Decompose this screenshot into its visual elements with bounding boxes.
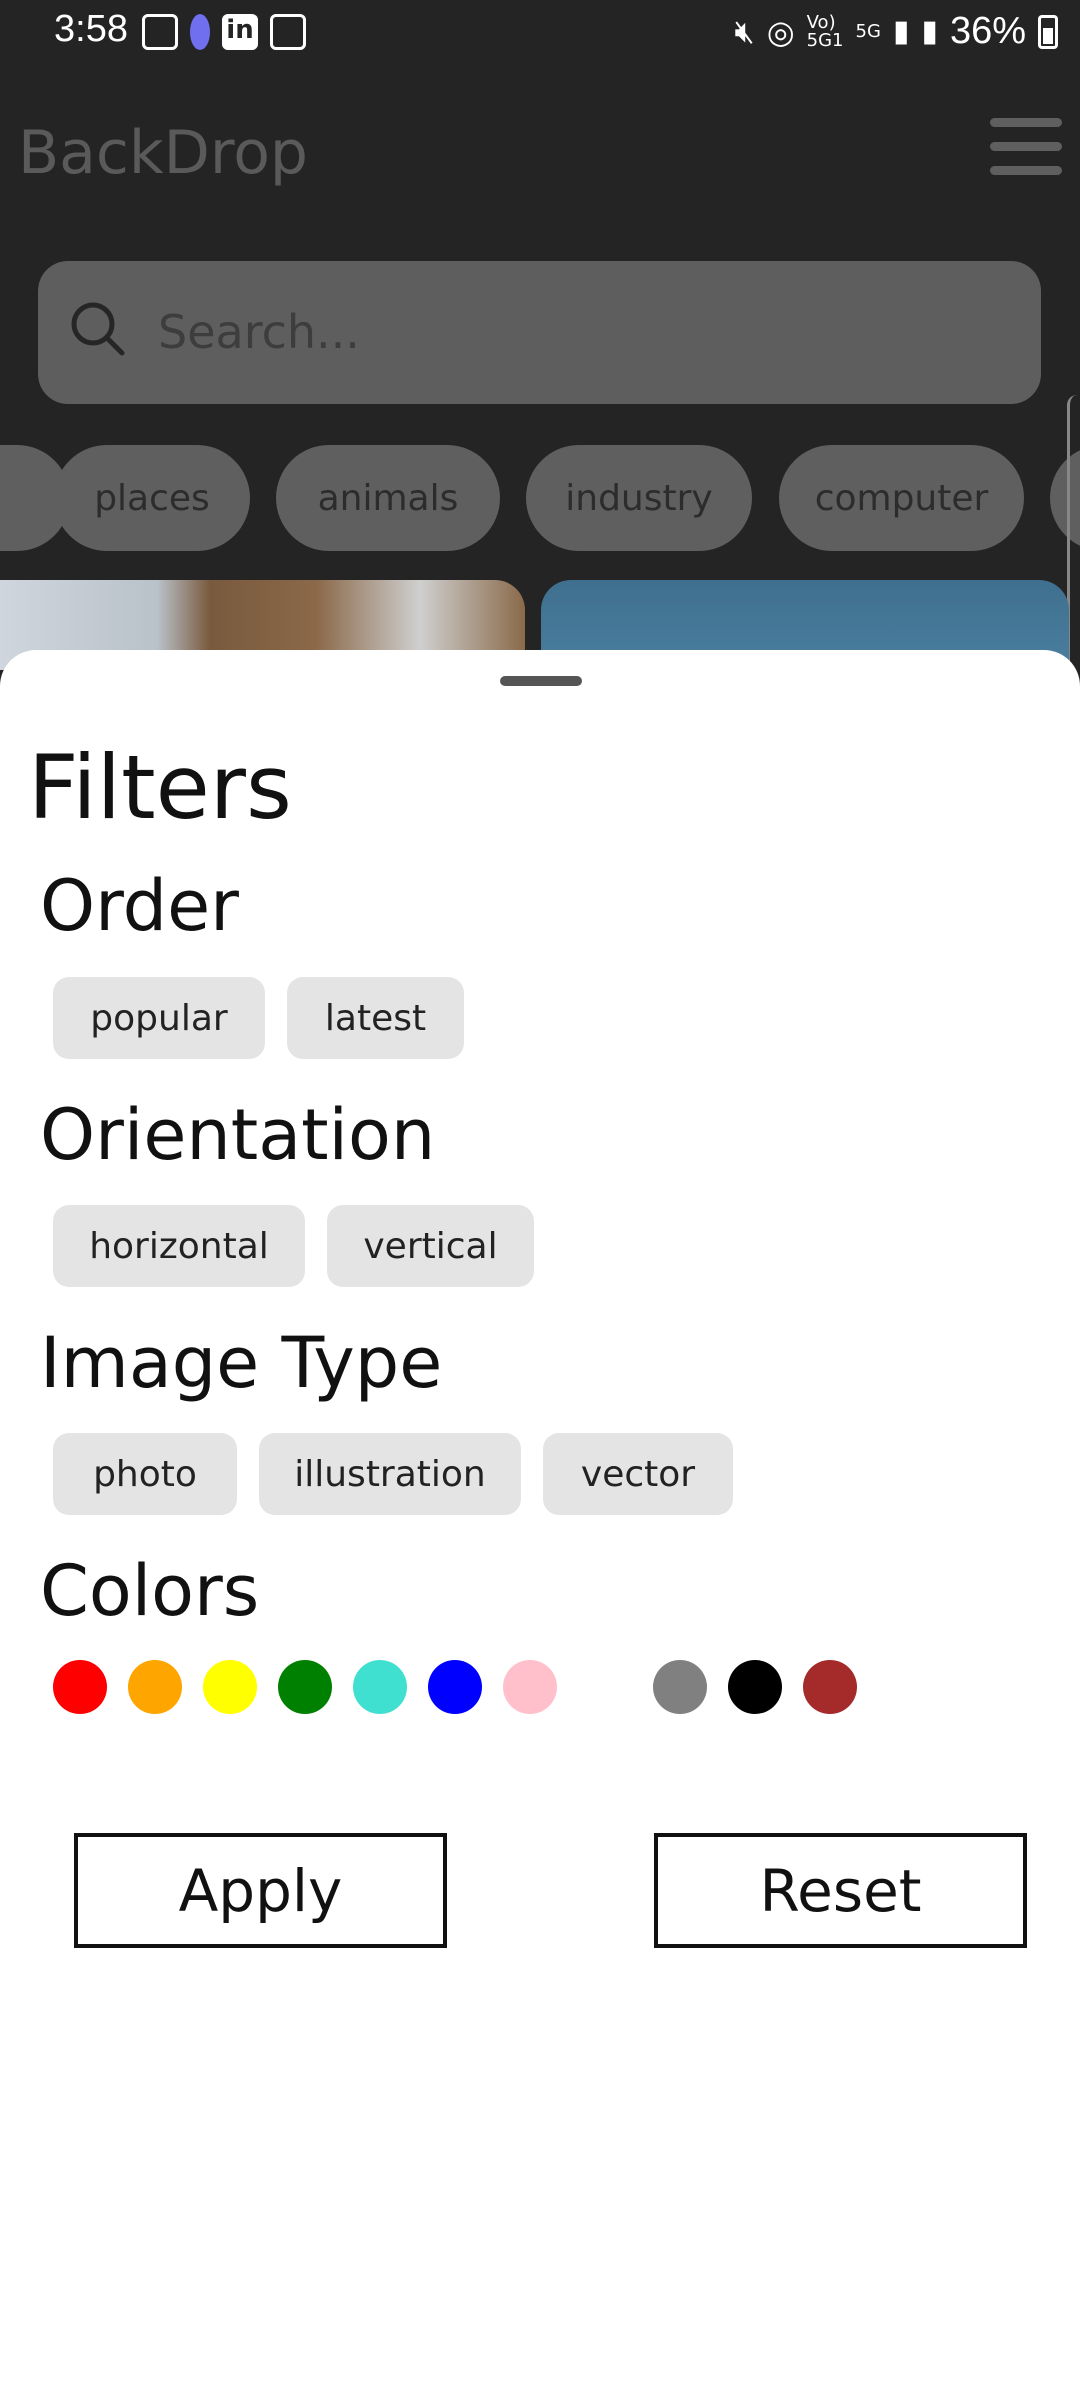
status-bar: 3:58 in 🔇︎ ◎ Vo) 5G1 5G ▮ ▮ 36% (0, 0, 1080, 66)
filters-title: Filters (28, 736, 292, 839)
order-heading: Order (40, 865, 239, 947)
app-dot-icon (190, 14, 210, 50)
mute-icon: 🔇︎ (734, 12, 755, 50)
signal-icon-2: ▮ (921, 14, 938, 49)
5g-icon: 5G (855, 21, 881, 42)
category-chip[interactable]: places (54, 445, 250, 551)
search-bar[interactable] (38, 261, 1041, 404)
signal-icon: ▮ (892, 14, 910, 49)
order-option-popular[interactable]: popular (53, 977, 265, 1059)
filters-bottom-sheet: Filters Order popular latest Orientation… (0, 650, 1080, 2408)
system-icons: 🔇︎ ◎ Vo) 5G1 5G ▮ ▮ 36% (735, 10, 1058, 53)
search-input[interactable] (156, 291, 1010, 373)
color-swatch-gray[interactable] (653, 1660, 707, 1714)
image-type-option-illustration[interactable]: illustration (259, 1433, 521, 1515)
color-swatch-blue[interactable] (428, 1660, 482, 1714)
orientation-option-vertical[interactable]: vertical (327, 1205, 534, 1287)
color-swatch-red[interactable] (53, 1660, 107, 1714)
category-chip[interactable]: industry (526, 445, 752, 551)
linkedin-icon: in (222, 14, 258, 50)
orientation-option-horizontal[interactable]: horizontal (53, 1205, 305, 1287)
battery-icon (1038, 14, 1058, 49)
outlook-icon (142, 14, 178, 50)
gallery-icon (270, 14, 306, 50)
hamburger-menu-icon[interactable] (990, 118, 1062, 176)
color-swatch-white[interactable] (578, 1660, 632, 1714)
color-swatch-green[interactable] (278, 1660, 332, 1714)
app-title: BackDrop (18, 118, 309, 188)
status-time: 3:58 (54, 8, 128, 50)
color-swatch-turquoise[interactable] (353, 1660, 407, 1714)
hotspot-icon: ◎ (766, 12, 795, 51)
image-type-heading: Image Type (40, 1322, 443, 1404)
color-swatch-black[interactable] (728, 1660, 782, 1714)
category-chip[interactable]: computer (779, 445, 1024, 551)
colors-heading: Colors (40, 1550, 260, 1632)
battery-percent: 36% (949, 10, 1026, 52)
color-swatch-brown[interactable] (803, 1660, 857, 1714)
notification-icons: in (142, 14, 306, 50)
volte-icon: Vo) 5G1 (806, 11, 844, 51)
color-swatch-pink[interactable] (503, 1660, 557, 1714)
drag-handle[interactable] (500, 676, 582, 686)
color-swatch-yellow[interactable] (203, 1660, 257, 1714)
orientation-heading: Orientation (40, 1094, 436, 1176)
image-type-option-vector[interactable]: vector (543, 1433, 733, 1515)
reset-button[interactable]: Reset (654, 1833, 1027, 1948)
category-chip[interactable]: animals (276, 445, 500, 551)
image-type-option-photo[interactable]: photo (53, 1433, 237, 1515)
order-option-latest[interactable]: latest (287, 977, 464, 1059)
apply-button[interactable]: Apply (74, 1833, 447, 1948)
category-chips: places animals industry computer (0, 445, 1080, 555)
color-swatch-orange[interactable] (128, 1660, 182, 1714)
search-icon (71, 302, 125, 356)
